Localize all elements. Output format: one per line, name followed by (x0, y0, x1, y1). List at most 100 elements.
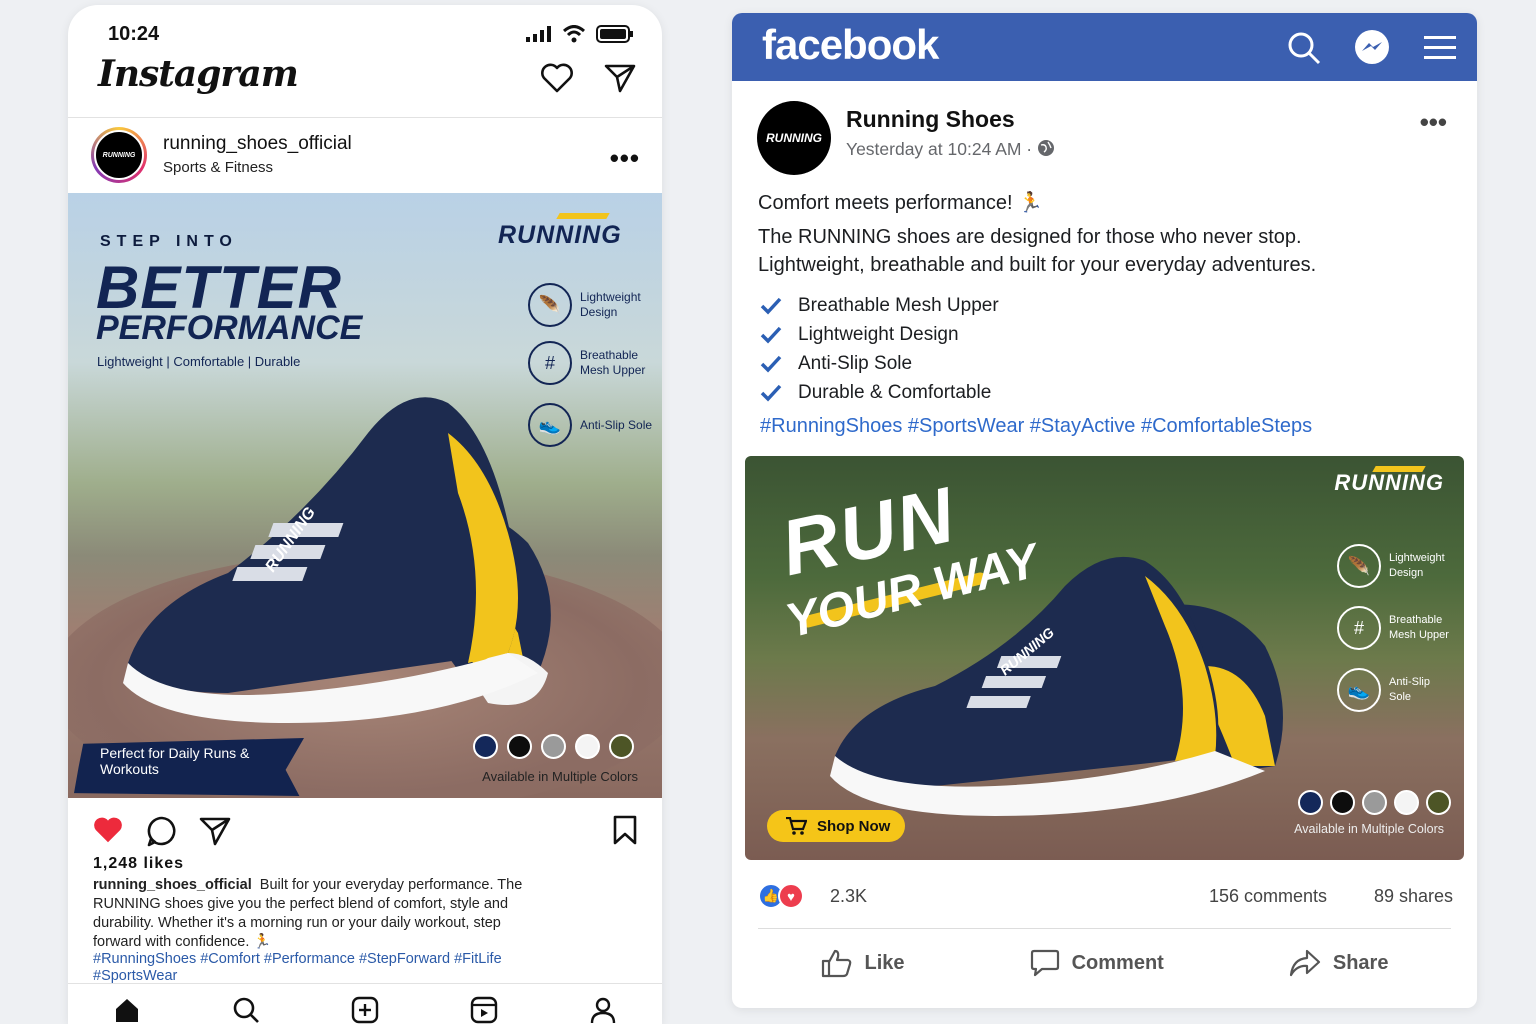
color-swatch-olive (609, 734, 634, 759)
check-icon (760, 326, 782, 344)
feature-sole: 👟 Anti-Slip Sole (1337, 668, 1453, 712)
instagram-phone: 10:24 Instagram RUNNING running_shoes_of… (68, 5, 662, 1024)
hashtags[interactable]: #RunningShoes #SportsWear #StayActive #C… (760, 415, 1312, 438)
mesh-icon: # (1337, 606, 1381, 650)
checklist-item: Durable & Comfortable (760, 378, 999, 407)
home-icon[interactable] (113, 996, 141, 1024)
signal-icon (526, 26, 551, 42)
feather-icon: 🪶 (528, 283, 572, 327)
liked-heart-icon[interactable] (92, 815, 124, 845)
color-swatch-grey (1362, 790, 1387, 815)
reels-icon[interactable] (470, 996, 498, 1024)
comment-icon[interactable] (146, 815, 178, 847)
checklist-label: Durable & Comfortable (798, 381, 992, 403)
feature-lightweight: 🪶 Lightweight Design (528, 283, 658, 327)
facebook-logo[interactable]: facebook (762, 21, 939, 69)
shop-now-button[interactable]: Shop Now (767, 810, 905, 842)
feature-label: Breathable Mesh Upper (580, 348, 646, 377)
color-swatch-white (575, 734, 600, 759)
hashtags[interactable]: #RunningShoes #Comfort #Performance #Ste… (93, 951, 513, 985)
love-reaction-icon: ♥ (778, 883, 804, 909)
post-body: The RUNNING shoes are designed for those… (758, 226, 1317, 276)
reactions-count[interactable]: 2.3K (830, 886, 867, 907)
share-button[interactable]: Share (1289, 949, 1388, 977)
caption-username[interactable]: running_shoes_official (93, 877, 252, 893)
comment-button[interactable]: Comment (1030, 948, 1164, 978)
avatar[interactable]: RUNNING (91, 127, 147, 183)
caption: running_shoes_official Built for your ev… (93, 876, 533, 952)
checklist-item: Breathable Mesh Upper (760, 291, 999, 320)
create-icon[interactable] (351, 996, 379, 1024)
search-icon[interactable] (232, 996, 260, 1024)
battery-icon (596, 25, 633, 43)
check-icon (760, 355, 782, 373)
checklist-label: Anti-Slip Sole (798, 352, 913, 374)
check-icon (760, 297, 782, 315)
feature-lightweight: 🪶 Lightweight Design (1337, 544, 1453, 588)
wifi-icon (562, 25, 586, 43)
feature-mesh: # Breathable Mesh Upper (1337, 606, 1453, 650)
post-image[interactable]: RUN YOUR WAY RUNNING 🪶 Lightweight Desig… (745, 456, 1464, 860)
likes-count[interactable]: 1,248 likes (93, 855, 184, 873)
shoe-image: RUNNING (123, 397, 551, 723)
messenger-icon[interactable] (1353, 29, 1391, 67)
color-swatch-olive (1426, 790, 1451, 815)
send-icon[interactable] (604, 63, 636, 93)
more-options-icon[interactable]: ••• (610, 143, 640, 174)
instagram-logo[interactable]: Instagram (98, 53, 299, 95)
post-stats: 👍 ♥ 2.3K 156 comments 89 shares (758, 883, 1453, 913)
status-time: 10:24 (108, 23, 160, 45)
feature-checklist: Breathable Mesh Upper Lightweight Design… (760, 291, 999, 407)
post-time: Yesterday at 10:24 AM · (846, 139, 1055, 160)
feather-icon: 🪶 (1337, 544, 1381, 588)
ad-badge: Perfect for Daily Runs & Workouts (100, 745, 250, 777)
feature-label: Lightweight Design (580, 290, 641, 319)
username[interactable]: running_shoes_official (163, 133, 352, 155)
search-icon[interactable] (1287, 31, 1321, 65)
page-avatar[interactable]: RUNNING (757, 101, 831, 175)
post-image[interactable]: STEP INTO BETTER PERFORMANCE Lightweight… (68, 193, 662, 798)
thumbs-up-icon (821, 949, 851, 978)
menu-icon[interactable] (1423, 34, 1457, 62)
reactions[interactable]: 👍 ♥ (758, 883, 804, 909)
facebook-card: facebook RUNNING Running Shoes Yesterday… (732, 13, 1477, 1008)
shares-count[interactable]: 89 shares (1374, 886, 1453, 907)
ad-taglines: Lightweight | Comfortable | Durable (97, 354, 301, 369)
ad-headline-small: STEP INTO (100, 233, 238, 250)
like-label: Like (864, 951, 905, 974)
shoe-image: RUNNING (830, 556, 1283, 816)
comments-count[interactable]: 156 comments (1209, 886, 1327, 907)
profile-icon[interactable] (589, 996, 617, 1024)
brand-stripe (556, 213, 610, 219)
bookmark-icon[interactable] (612, 815, 638, 845)
checklist-item: Anti-Slip Sole (760, 349, 999, 378)
globe-icon (1038, 140, 1055, 156)
colors-label: Available in Multiple Colors (482, 769, 638, 784)
color-swatch-grey (541, 734, 566, 759)
ad-headline-sub: PERFORMANCE (96, 309, 363, 347)
avatar-logo: RUNNING (94, 130, 144, 180)
heart-icon[interactable] (540, 63, 574, 93)
sole-icon: 👟 (1337, 668, 1381, 712)
feature-label: Lightweight Design (1389, 552, 1445, 579)
feature-label: Anti-Slip Sole (1389, 676, 1430, 703)
checklist-label: Lightweight Design (798, 323, 959, 345)
status-icons (526, 25, 634, 43)
color-swatch-navy (1298, 790, 1323, 815)
page-name[interactable]: Running Shoes (846, 106, 1015, 133)
post-intro: Comfort meets performance! 🏃 (758, 192, 1043, 214)
comment-icon (1030, 949, 1059, 977)
feature-label: Breathable Mesh Upper (1389, 614, 1449, 641)
brand-logo: RUNNING (1334, 470, 1444, 495)
feature-label: Anti-Slip Sole (580, 417, 653, 432)
account-category: Sports & Fitness (163, 159, 274, 176)
color-swatch-white (1394, 790, 1419, 815)
more-options-icon[interactable]: ••• (1420, 107, 1447, 138)
shop-now-label: Shop Now (817, 817, 891, 835)
share-arrow-icon (1289, 949, 1320, 977)
share-icon[interactable] (199, 816, 231, 846)
checklist-label: Breathable Mesh Upper (798, 294, 999, 316)
like-button[interactable]: Like (821, 948, 905, 978)
color-swatches (473, 734, 634, 759)
color-swatch-navy (473, 734, 498, 759)
